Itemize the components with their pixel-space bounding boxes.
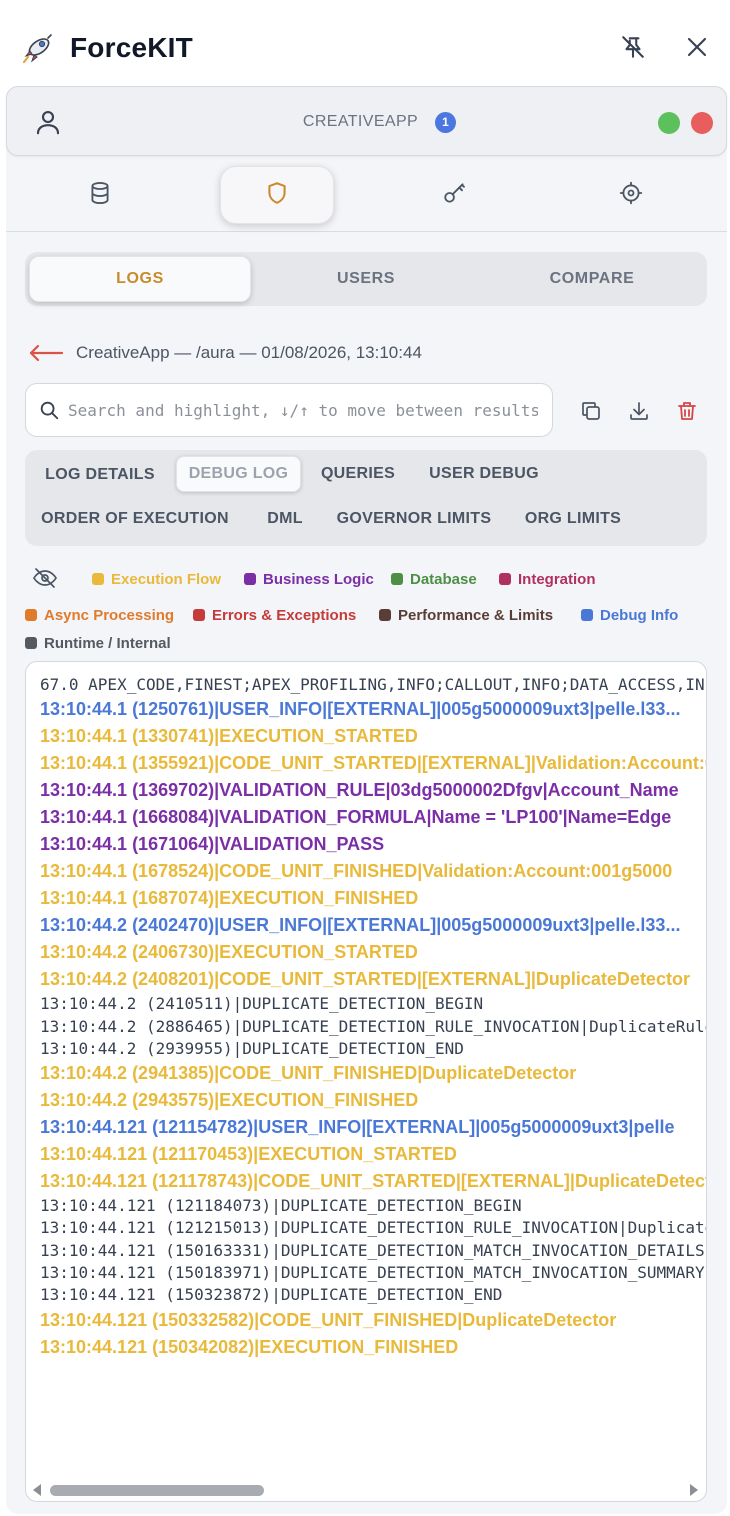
log-line: 13:10:44.2 (2402470)|USER_INFO|[EXTERNAL… — [40, 915, 681, 936]
log-title: CreativeApp — /aura — 01/08/2026, 13:10:… — [76, 343, 422, 362]
back-arrow-icon[interactable] — [28, 343, 64, 363]
log-line: 13:10:44.1 (1330741)|EXECUTION_STARTED — [40, 726, 418, 747]
legend-execution-flow[interactable]: Execution Flow — [92, 569, 221, 589]
log-lines: 67.0 APEX_CODE,FINEST;APEX_PROFILING,INF… — [40, 674, 706, 1361]
log-line: 13:10:44.121 (121154782)|USER_INFO|[EXTE… — [40, 1117, 675, 1138]
log-line: 13:10:44.121 (121178743)|CODE_UNIT_START… — [40, 1171, 706, 1192]
tab-debug-log[interactable]: DEBUG LOG — [176, 456, 301, 492]
scrollbar-thumb[interactable] — [50, 1485, 264, 1496]
legend-label: Database — [410, 570, 477, 588]
legend-label: Debug Info — [600, 606, 679, 624]
legend-label: Performance & Limits — [398, 606, 554, 624]
log-line: 13:10:44.2 (2410511)|DUPLICATE_DETECTION… — [40, 994, 484, 1014]
nav-security[interactable] — [220, 166, 334, 224]
shield-icon — [264, 180, 290, 211]
legend-integration[interactable]: Integration — [499, 569, 596, 589]
search-input[interactable] — [68, 400, 538, 420]
trash-icon[interactable] — [672, 396, 702, 426]
database-icon — [87, 180, 113, 211]
tab-user-debug[interactable]: USER DEBUG — [417, 456, 551, 492]
log-subtabs: LOG DETAILS DEBUG LOG QUERIES USER DEBUG… — [25, 450, 707, 546]
section-tabs: LOGS USERS COMPARE — [25, 252, 707, 306]
debug-log-viewer[interactable]: 67.0 APEX_CODE,FINEST;APEX_PROFILING,INF… — [25, 661, 707, 1502]
tab-log-details[interactable]: LOG DETAILS — [33, 457, 167, 493]
horizontal-scrollbar[interactable] — [26, 1479, 706, 1501]
legend-label: Integration — [518, 570, 596, 588]
log-line: 13:10:44.1 (1668084)|VALIDATION_FORMULA|… — [40, 807, 672, 828]
org-count-badge: 1 — [435, 112, 456, 133]
log-line: 13:10:44.121 (121184073)|DUPLICATE_DETEC… — [40, 1196, 522, 1216]
close-icon[interactable] — [680, 30, 714, 64]
rocket-icon — [22, 32, 54, 64]
search-box — [25, 383, 553, 437]
legend-async-processing[interactable]: Async Processing — [25, 605, 174, 625]
legend-runtime-internal[interactable]: Runtime / Internal — [25, 633, 171, 653]
legend-label: Runtime / Internal — [44, 634, 171, 652]
tab-compare[interactable]: COMPARE — [481, 256, 703, 302]
log-line: 13:10:44.1 (1687074)|EXECUTION_FINISHED — [40, 888, 419, 909]
log-line: 13:10:44.2 (2886465)|DUPLICATE_DETECTION… — [40, 1016, 706, 1036]
scroll-left-arrow[interactable] — [33, 1484, 41, 1496]
log-line: 13:10:44.1 (1671064)|VALIDATION_PASS — [40, 834, 385, 855]
log-line: 13:10:44.1 (1369702)|VALIDATION_RULE|03d… — [40, 780, 679, 801]
org-bar: CREATIVEAPP 1 — [6, 86, 727, 156]
pin-off-icon[interactable] — [616, 30, 650, 64]
breadcrumb: CreativeApp — /aura — 01/08/2026, 13:10:… — [28, 340, 422, 366]
app-title: ForceKIT — [70, 32, 193, 63]
log-line: 13:10:44.2 (2406730)|EXECUTION_STARTED — [40, 942, 418, 963]
legend-database[interactable]: Database — [391, 569, 477, 589]
log-line: 13:10:44.1 (1355921)|CODE_UNIT_STARTED|[… — [40, 753, 706, 774]
scroll-right-arrow[interactable] — [690, 1484, 698, 1496]
legend-performance-limits[interactable]: Performance & Limits — [379, 605, 553, 625]
legend-label: Async Processing — [44, 606, 175, 624]
log-line: 13:10:44.2 (2943575)|EXECUTION_FINISHED — [40, 1090, 419, 1111]
log-line: 13:10:44.2 (2941385)|CODE_UNIT_FINISHED|… — [40, 1063, 577, 1084]
log-line: 13:10:44.2 (2408201)|CODE_UNIT_STARTED|[… — [40, 969, 690, 990]
nav-keys[interactable] — [398, 166, 512, 224]
log-line: 13:10:44.121 (150323872)|DUPLICATE_DETEC… — [40, 1285, 503, 1305]
log-line: 13:10:44.1 (1250761)|USER_INFO|[EXTERNAL… — [40, 699, 681, 720]
main-nav — [6, 160, 727, 232]
download-icon[interactable] — [624, 396, 654, 426]
legend-errors-exceptions[interactable]: Errors & Exceptions — [193, 605, 356, 625]
log-line: 13:10:44.121 (150342082)|EXECUTION_FINIS… — [40, 1336, 459, 1357]
tab-queries[interactable]: QUERIES — [311, 456, 405, 492]
tab-dml[interactable]: DML — [253, 501, 317, 537]
search-icon — [38, 399, 60, 421]
log-line: 13:10:44.2 (2939955)|DUPLICATE_DETECTION… — [40, 1038, 464, 1058]
log-line: 67.0 APEX_CODE,FINEST;APEX_PROFILING,INF… — [40, 675, 706, 694]
tab-order-of-execution[interactable]: ORDER OF EXECUTION — [33, 501, 237, 537]
tab-governor-limits[interactable]: GOVERNOR LIMITS — [325, 501, 503, 537]
settings-icon — [618, 180, 644, 211]
legend-label: Errors & Exceptions — [212, 606, 357, 624]
log-line: 13:10:44.121 (121215013)|DUPLICATE_DETEC… — [40, 1218, 706, 1238]
tab-logs[interactable]: LOGS — [29, 256, 251, 302]
legend-label: Business Logic — [263, 570, 374, 588]
tab-org-limits[interactable]: ORG LIMITS — [513, 501, 633, 537]
status-dot-red[interactable] — [691, 112, 713, 134]
org-name[interactable]: CREATIVEAPP — [303, 113, 418, 130]
eye-off-icon[interactable] — [32, 566, 58, 590]
nav-settings[interactable] — [574, 166, 688, 224]
status-dot-green[interactable] — [658, 112, 680, 134]
title-bar: ForceKIT — [0, 0, 730, 88]
tab-users[interactable]: USERS — [255, 256, 477, 302]
log-line: 13:10:44.121 (150183971)|DUPLICATE_DETEC… — [40, 1263, 705, 1283]
nav-database[interactable] — [43, 166, 157, 224]
log-line: 13:10:44.121 (121170453)|EXECUTION_START… — [40, 1144, 457, 1165]
legend-debug-info[interactable]: Debug Info — [581, 605, 678, 625]
log-line: 13:10:44.121 (150332582)|CODE_UNIT_FINIS… — [40, 1309, 617, 1330]
key-icon — [442, 180, 468, 211]
copy-icon[interactable] — [576, 396, 606, 426]
legend-label: Execution Flow — [111, 570, 222, 588]
legend-business-logic[interactable]: Business Logic — [244, 569, 374, 589]
log-line: 13:10:44.121 (150163331)|DUPLICATE_DETEC… — [40, 1240, 705, 1260]
log-line: 13:10:44.1 (1678524)|CODE_UNIT_FINISHED|… — [40, 861, 673, 882]
